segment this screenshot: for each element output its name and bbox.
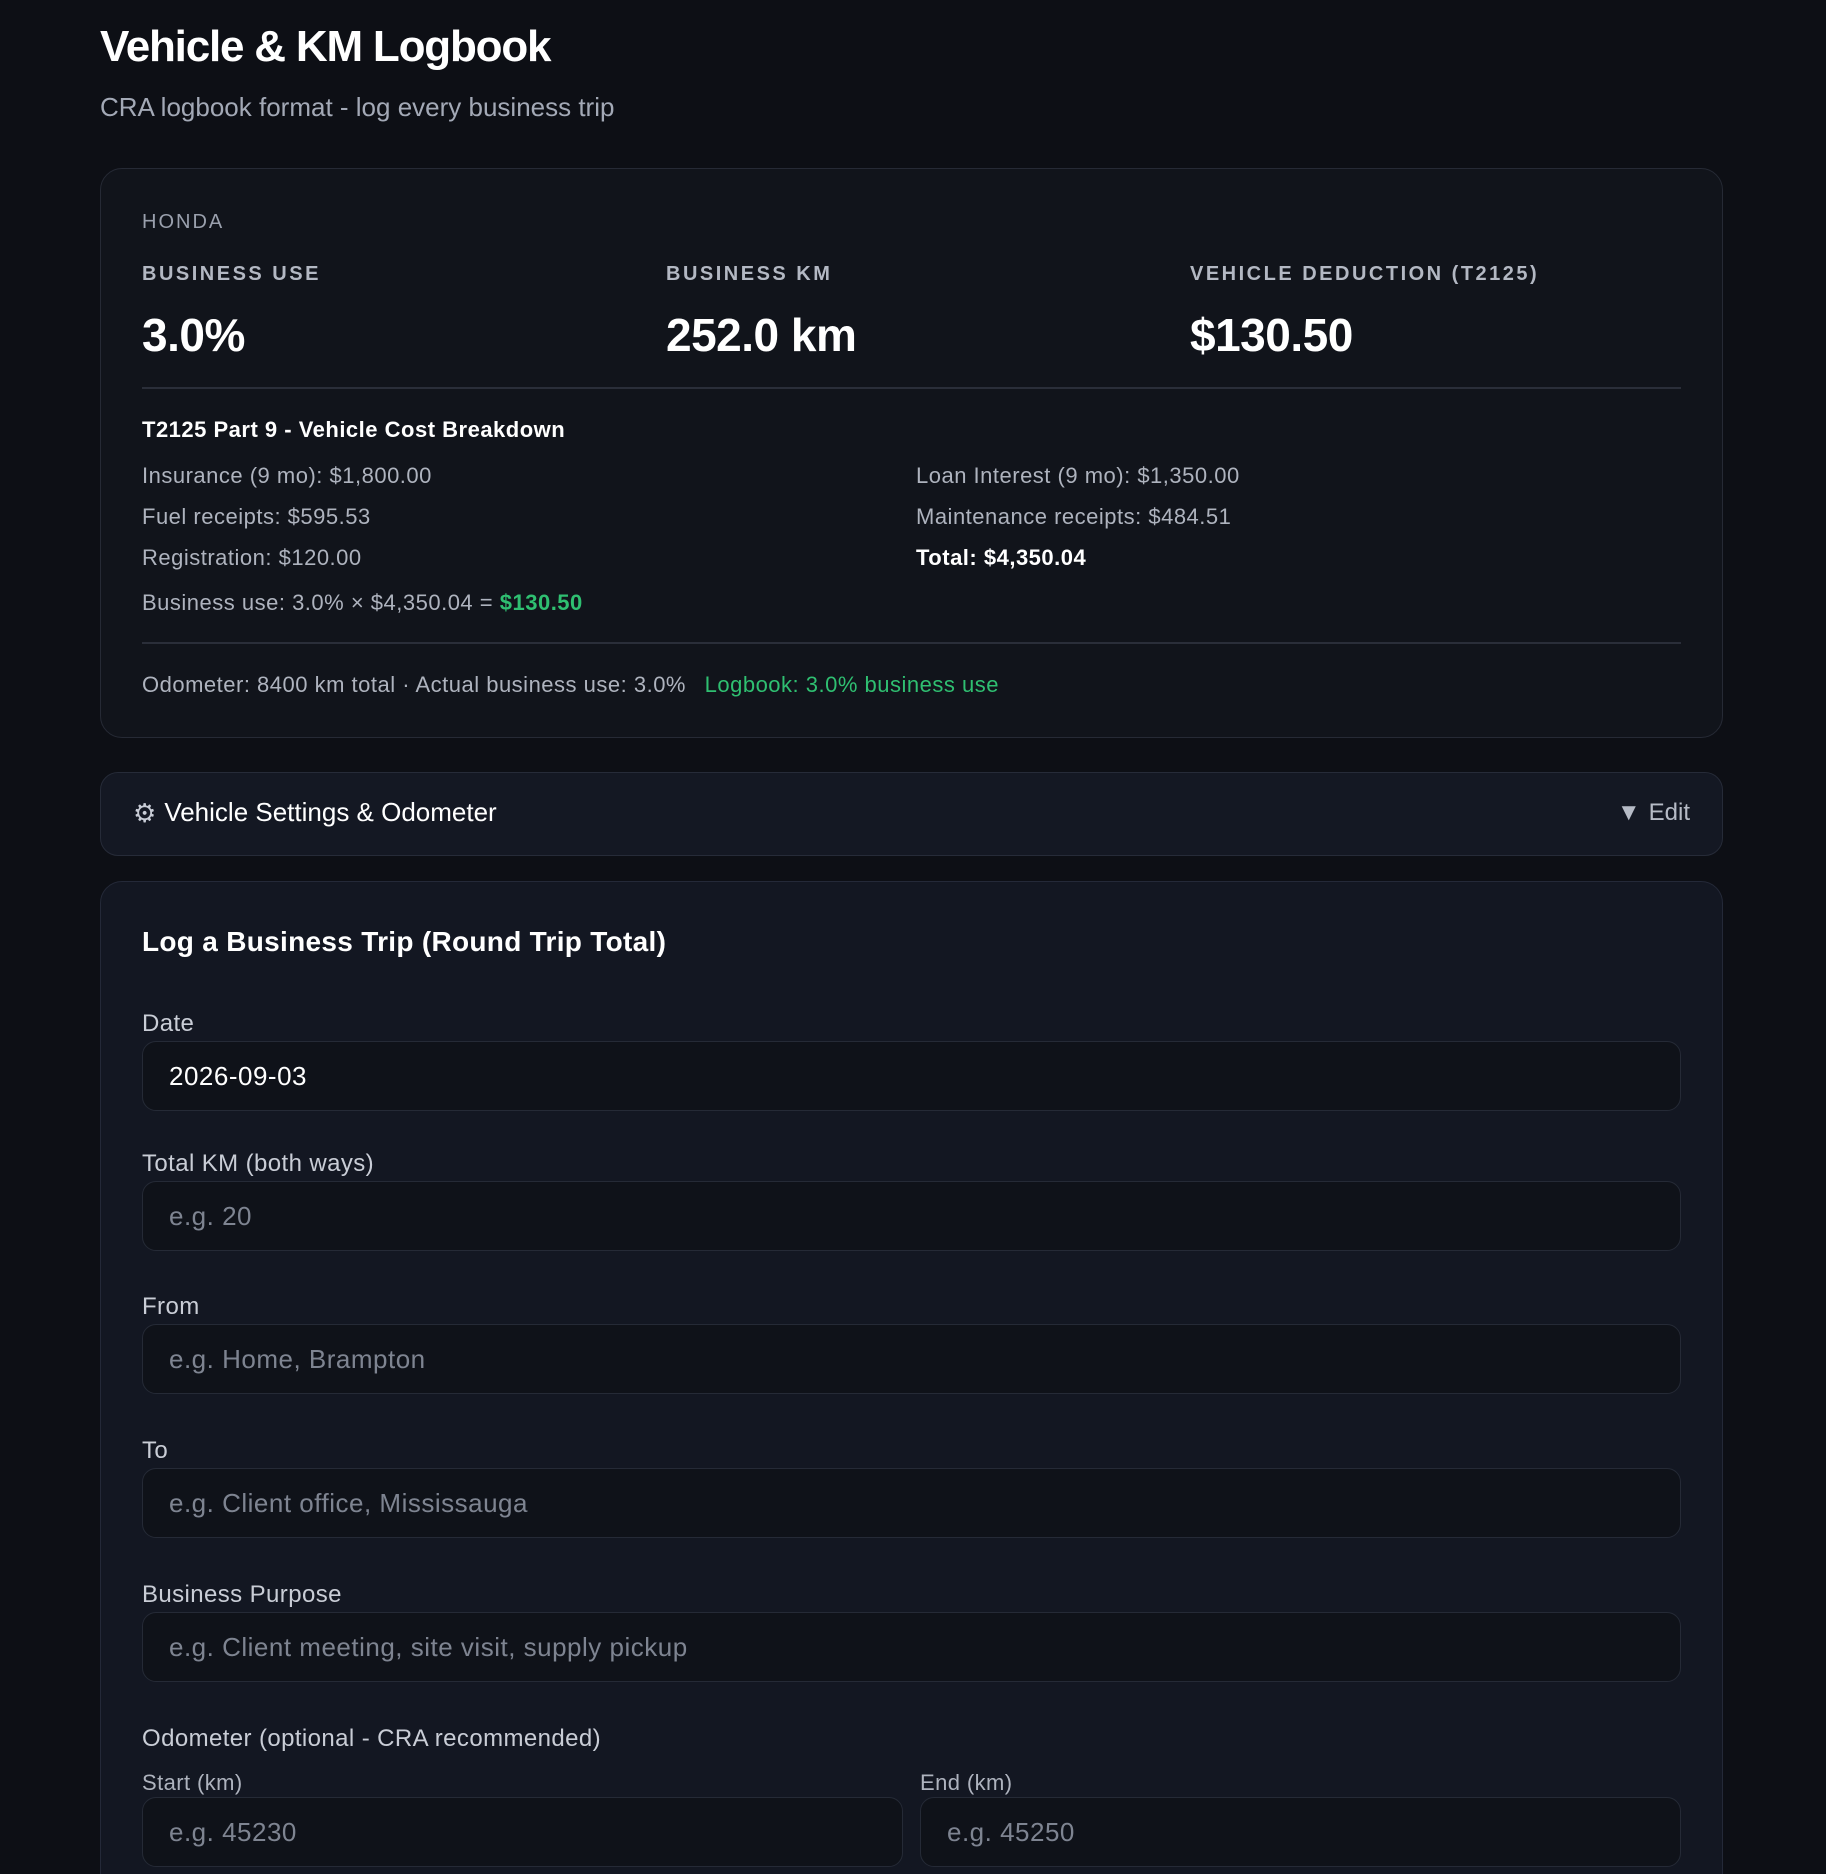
page-title: Vehicle & KM Logbook	[100, 22, 551, 71]
business-purpose-input[interactable]	[142, 1612, 1681, 1682]
page-subtitle: CRA logbook format - log every business …	[100, 92, 615, 122]
stat-value: $130.50	[1190, 309, 1353, 361]
stat-value: 252.0 km	[666, 309, 857, 361]
business-use-amount: $130.50	[499, 590, 583, 615]
business-use-formula: Business use: 3.0% × $4,350.04 =	[142, 590, 500, 615]
business-use-calculation: Business use: 3.0% × $4,350.04 = $130.50	[142, 590, 583, 616]
triangle-down-icon: ▼	[1616, 799, 1641, 826]
form-title: Log a Business Trip (Round Trip Total)	[142, 926, 667, 957]
vehicle-name: HONDA	[142, 211, 225, 233]
from-label: From	[142, 1293, 200, 1320]
vehicle-settings-toggle[interactable]: ⚙ Vehicle Settings & Odometer ▼ Edit	[100, 772, 1723, 856]
odometer-start-label: Start (km)	[142, 1770, 243, 1795]
to-input[interactable]	[142, 1468, 1681, 1538]
edit-button[interactable]: ▼ Edit	[1617, 799, 1690, 827]
stat-label: BUSINESS KM	[666, 263, 833, 285]
breakdown-fuel: Fuel receipts: $595.53	[142, 504, 371, 529]
log-trip-form: Log a Business Trip (Round Trip Total) D…	[100, 881, 1723, 1874]
vehicle-summary-card: HONDA BUSINESS USE 3.0% BUSINESS KM 252.…	[100, 168, 1723, 738]
to-label: To	[142, 1437, 169, 1464]
business-purpose-label: Business Purpose	[142, 1581, 342, 1608]
breakdown-title: T2125 Part 9 - Vehicle Cost Breakdown	[142, 417, 566, 442]
date-label: Date	[142, 1010, 195, 1037]
odometer-end-label: End (km)	[920, 1770, 1013, 1795]
odometer-label: Odometer (optional - CRA recommended)	[142, 1725, 601, 1752]
edit-label: Edit	[1648, 799, 1690, 826]
breakdown-loan-interest: Loan Interest (9 mo): $1,350.00	[916, 463, 1240, 488]
stat-label: VEHICLE DEDUCTION (T2125)	[1190, 263, 1540, 285]
breakdown-registration: Registration: $120.00	[142, 545, 362, 570]
total-km-input[interactable]	[142, 1181, 1681, 1251]
stat-business-use: BUSINESS USE 3.0%	[142, 263, 321, 362]
gear-icon: ⚙	[133, 797, 157, 828]
stat-vehicle-deduction: VEHICLE DEDUCTION (T2125) $130.50	[1190, 263, 1539, 362]
divider	[142, 387, 1681, 389]
odometer-note: Odometer: 8400 km total · Actual busines…	[142, 672, 686, 697]
date-input[interactable]	[142, 1041, 1681, 1111]
breakdown-maintenance: Maintenance receipts: $484.51	[916, 504, 1232, 529]
stat-label: BUSINESS USE	[142, 263, 321, 285]
divider	[142, 642, 1681, 644]
odometer-end-input[interactable]	[920, 1797, 1681, 1867]
breakdown-total: Total: $4,350.04	[916, 545, 1087, 570]
breakdown-insurance: Insurance (9 mo): $1,800.00	[142, 463, 432, 488]
page: Vehicle & KM Logbook CRA logbook format …	[0, 0, 1826, 1874]
total-km-label: Total KM (both ways)	[142, 1150, 375, 1177]
stat-business-km: BUSINESS KM 252.0 km	[666, 263, 857, 362]
settings-header: ⚙ Vehicle Settings & Odometer	[133, 797, 497, 828]
settings-label: Vehicle Settings & Odometer	[164, 797, 497, 827]
odometer-start-input[interactable]	[142, 1797, 903, 1867]
stat-value: 3.0%	[142, 309, 245, 361]
odometer-summary: Odometer: 8400 km total · Actual busines…	[142, 672, 999, 698]
logbook-badge: Logbook: 3.0% business use	[704, 672, 999, 697]
from-input[interactable]	[142, 1324, 1681, 1394]
